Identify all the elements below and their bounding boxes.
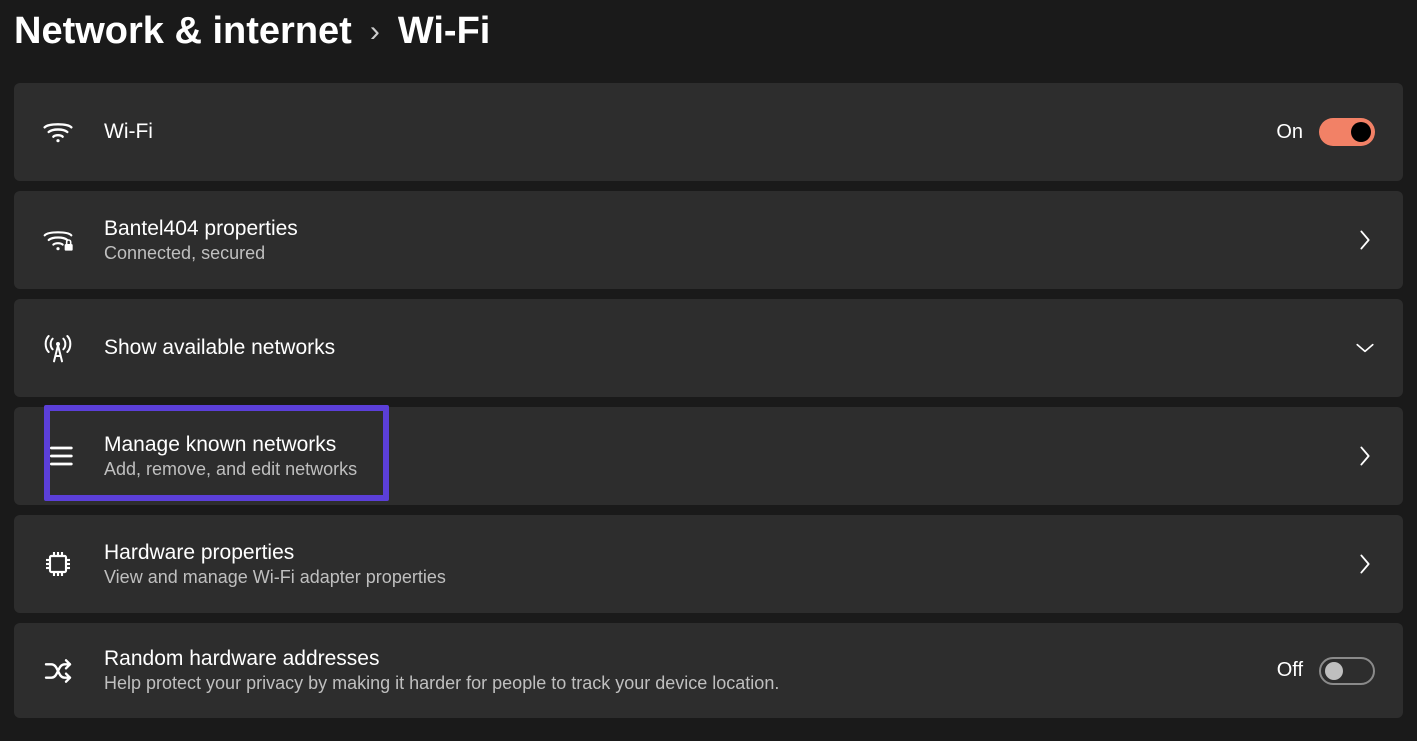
- breadcrumb-separator: ›: [370, 15, 380, 49]
- wifi-toggle[interactable]: [1319, 118, 1375, 146]
- available-networks-row[interactable]: Show available networks: [14, 299, 1403, 397]
- list-icon: [42, 440, 74, 472]
- antenna-icon: [42, 332, 74, 364]
- wifi-secured-icon: [42, 224, 74, 256]
- network-properties-row[interactable]: Bantel404 properties Connected, secured: [14, 191, 1403, 289]
- settings-list: Wi-Fi On Bantel404 properties Connected,…: [0, 83, 1417, 718]
- wifi-toggle-label: On: [1276, 121, 1303, 144]
- network-properties-title: Bantel404 properties: [104, 217, 1325, 241]
- breadcrumb-current: Wi-Fi: [398, 10, 491, 53]
- random-mac-toggle-label: Off: [1277, 659, 1303, 682]
- chevron-right-icon: [1355, 446, 1375, 466]
- random-mac-toggle[interactable]: [1319, 657, 1375, 685]
- chevron-right-icon: [1355, 230, 1375, 250]
- known-networks-title: Manage known networks: [104, 433, 1325, 457]
- breadcrumb-parent[interactable]: Network & internet: [14, 10, 352, 53]
- shuffle-icon: [42, 655, 74, 687]
- random-mac-row[interactable]: Random hardware addresses Help protect y…: [14, 623, 1403, 718]
- breadcrumb: Network & internet › Wi-Fi: [0, 0, 1417, 83]
- network-properties-subtitle: Connected, secured: [104, 243, 1325, 264]
- random-mac-subtitle: Help protect your privacy by making it h…: [104, 673, 1247, 694]
- wifi-title: Wi-Fi: [104, 120, 1246, 144]
- hardware-subtitle: View and manage Wi-Fi adapter properties: [104, 567, 1325, 588]
- hardware-title: Hardware properties: [104, 541, 1325, 565]
- chevron-right-icon: [1355, 554, 1375, 574]
- known-networks-subtitle: Add, remove, and edit networks: [104, 459, 1325, 480]
- wifi-icon: [42, 116, 74, 148]
- hardware-properties-row[interactable]: Hardware properties View and manage Wi-F…: [14, 515, 1403, 613]
- wifi-toggle-row[interactable]: Wi-Fi On: [14, 83, 1403, 181]
- manage-known-networks-row[interactable]: Manage known networks Add, remove, and e…: [14, 407, 1403, 505]
- chip-icon: [42, 548, 74, 580]
- random-mac-title: Random hardware addresses: [104, 647, 1247, 671]
- available-networks-title: Show available networks: [104, 336, 1325, 360]
- chevron-down-icon: [1355, 338, 1375, 358]
